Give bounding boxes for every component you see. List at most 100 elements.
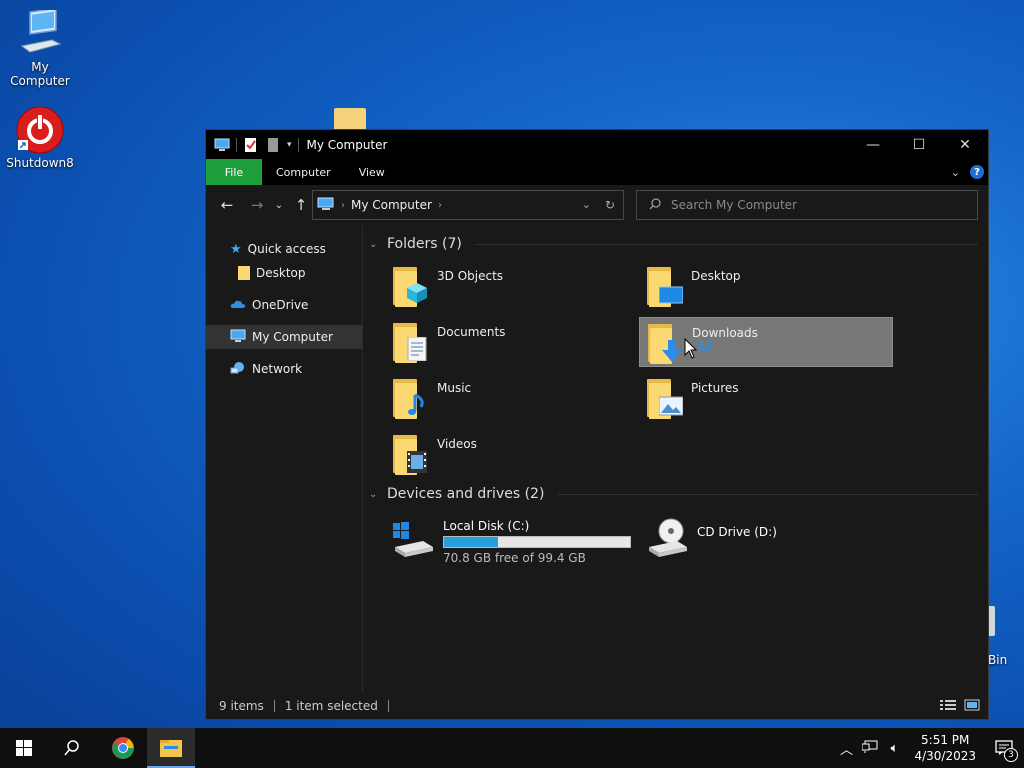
system-tray: ︿ 🔈︎ 5:51 PM 4/30/2023 3	[834, 728, 1024, 768]
breadcrumb-separator-icon[interactable]: ›	[341, 200, 345, 211]
folder-pictures[interactable]: Pictures	[639, 373, 893, 423]
tab-file[interactable]: File	[206, 159, 262, 185]
folder-videos[interactable]: Videos	[385, 429, 639, 479]
details-view-icon[interactable]	[940, 699, 956, 714]
refresh-icon[interactable]: ↻	[605, 198, 615, 212]
folder-downloads[interactable]: Downloads	[639, 317, 893, 367]
expand-ribbon-chevron-icon[interactable]: ⌄	[951, 166, 960, 179]
search-icon	[64, 740, 79, 756]
downloads-icon	[646, 322, 684, 364]
folder-icon	[238, 266, 250, 280]
recent-locations-button[interactable]: ⌄	[272, 200, 286, 211]
new-folder-icon[interactable]	[265, 137, 281, 152]
window-body: ★ Quick access Desktop OneDrive My Compu…	[206, 225, 988, 694]
nav-item-label: Quick access	[247, 242, 326, 256]
drive-label: CD Drive (D:)	[697, 525, 777, 539]
action-center-button[interactable]: 3	[984, 728, 1024, 768]
content-pane: ⌄ Folders (7) 3D Objects Desktop Documen…	[363, 225, 988, 694]
chrome-taskbar-button[interactable]	[99, 728, 147, 768]
address-bar[interactable]: › My Computer › ⌄ ↻	[312, 190, 624, 220]
nav-item-network[interactable]: Network	[206, 357, 362, 381]
collapse-chevron-icon[interactable]: ⌄	[369, 489, 381, 500]
up-button[interactable]: ↑	[290, 196, 312, 214]
volume-icon[interactable]: 🔈︎	[882, 741, 906, 756]
drive-local-disk-c[interactable]: Local Disk (C:) 70.8 GB free of 99.4 GB	[385, 513, 639, 569]
search-button[interactable]	[48, 728, 96, 768]
drive-cd-d[interactable]: CD Drive (D:)	[639, 513, 893, 569]
maximize-button[interactable]: ☐	[896, 130, 942, 159]
nav-item-quick-access[interactable]: ★ Quick access	[206, 237, 362, 261]
collapse-chevron-icon[interactable]: ⌄	[369, 239, 381, 250]
drive-usage-fill	[444, 537, 498, 547]
nav-item-my-computer[interactable]: My Computer	[206, 325, 362, 349]
nav-item-label: My Computer	[252, 330, 333, 344]
minimize-button[interactable]: —	[850, 130, 896, 159]
search-icon	[649, 197, 661, 213]
nav-item-onedrive[interactable]: OneDrive	[206, 293, 362, 317]
folder-music[interactable]: Music	[385, 373, 639, 423]
3d-objects-icon	[391, 265, 429, 307]
search-box[interactable]: Search My Computer	[636, 190, 978, 220]
separator	[297, 137, 299, 152]
window-controls: — ☐ ✕	[850, 130, 988, 159]
desktop-icon-label: My Computer	[10, 60, 70, 88]
separator	[236, 137, 237, 152]
start-button[interactable]	[0, 728, 48, 768]
folder-label: 3D Objects	[437, 269, 504, 283]
mouse-cursor-icon	[684, 337, 712, 363]
computer-icon	[16, 7, 64, 58]
ribbon-tabs: File Computer View ⌄ ?	[206, 159, 988, 185]
desktop-icon-label: Shutdown8	[6, 156, 74, 170]
network-tray-icon[interactable]	[858, 739, 882, 757]
power-icon	[16, 106, 64, 154]
documents-icon	[391, 321, 429, 363]
recycle-bin-label: Bin	[988, 653, 1008, 667]
show-hidden-icons-chevron-icon[interactable]: ︿	[834, 739, 858, 758]
nav-item-label: OneDrive	[252, 298, 309, 312]
breadcrumb-separator-icon[interactable]: ›	[438, 200, 442, 211]
quick-access-toolbar: ▾	[214, 137, 299, 152]
hard-drive-icon	[391, 517, 435, 561]
status-bar: 9 items 1 item selected	[206, 693, 988, 719]
navigation-bar: ← → ⌄ ↑ › My Computer › ⌄ ↻ Search My Co…	[206, 185, 988, 225]
nav-item-desktop[interactable]: Desktop	[206, 261, 362, 285]
windows-logo-icon	[16, 740, 32, 756]
music-icon	[391, 377, 429, 419]
customize-toolbar-chevron-icon[interactable]: ▾	[287, 140, 292, 150]
drives-group-header[interactable]: ⌄ Devices and drives (2)	[369, 483, 978, 505]
back-button[interactable]: ←	[216, 196, 238, 214]
address-dropdown-icon[interactable]: ⌄	[582, 198, 591, 212]
large-icons-view-icon[interactable]	[964, 699, 980, 714]
desktop-icon-shutdown8[interactable]: Shutdown8	[0, 106, 80, 170]
cloud-icon	[230, 298, 246, 312]
folder-3d-objects[interactable]: 3D Objects	[385, 261, 639, 311]
network-icon	[230, 361, 246, 378]
selection-count: 1 item selected	[284, 699, 378, 713]
computer-small-icon	[317, 197, 335, 214]
clock[interactable]: 5:51 PM 4/30/2023	[906, 732, 984, 764]
folder-label: Documents	[437, 325, 506, 339]
file-explorer-icon	[160, 740, 182, 757]
taskbar: ︿ 🔈︎ 5:51 PM 4/30/2023 3	[0, 728, 1024, 768]
folder-desktop[interactable]: Desktop	[639, 261, 893, 311]
desktop-icon-my-computer[interactable]: My Computer	[0, 7, 80, 88]
forward-button[interactable]: →	[246, 196, 268, 214]
breadcrumb-my-computer[interactable]: My Computer	[351, 198, 432, 212]
star-icon: ★	[230, 241, 242, 257]
close-button[interactable]: ✕	[942, 130, 988, 159]
title-bar[interactable]: ▾ My Computer — ☐ ✕	[206, 130, 988, 159]
navigation-pane: ★ Quick access Desktop OneDrive My Compu…	[206, 225, 363, 694]
tab-view[interactable]: View	[345, 159, 399, 185]
pictures-icon	[645, 377, 683, 419]
search-placeholder: Search My Computer	[671, 198, 797, 212]
file-explorer-taskbar-button[interactable]	[147, 728, 195, 768]
properties-icon[interactable]	[243, 137, 259, 152]
folder-documents[interactable]: Documents	[385, 317, 639, 367]
folders-grid: 3D Objects Desktop Documents Downloads M…	[369, 261, 978, 479]
computer-small-icon	[214, 138, 230, 152]
group-title: Devices and drives (2)	[387, 486, 545, 502]
tab-computer[interactable]: Computer	[262, 159, 345, 185]
item-count: 9 items	[219, 699, 264, 713]
help-icon[interactable]: ?	[970, 165, 984, 179]
folders-group-header[interactable]: ⌄ Folders (7)	[369, 233, 978, 255]
